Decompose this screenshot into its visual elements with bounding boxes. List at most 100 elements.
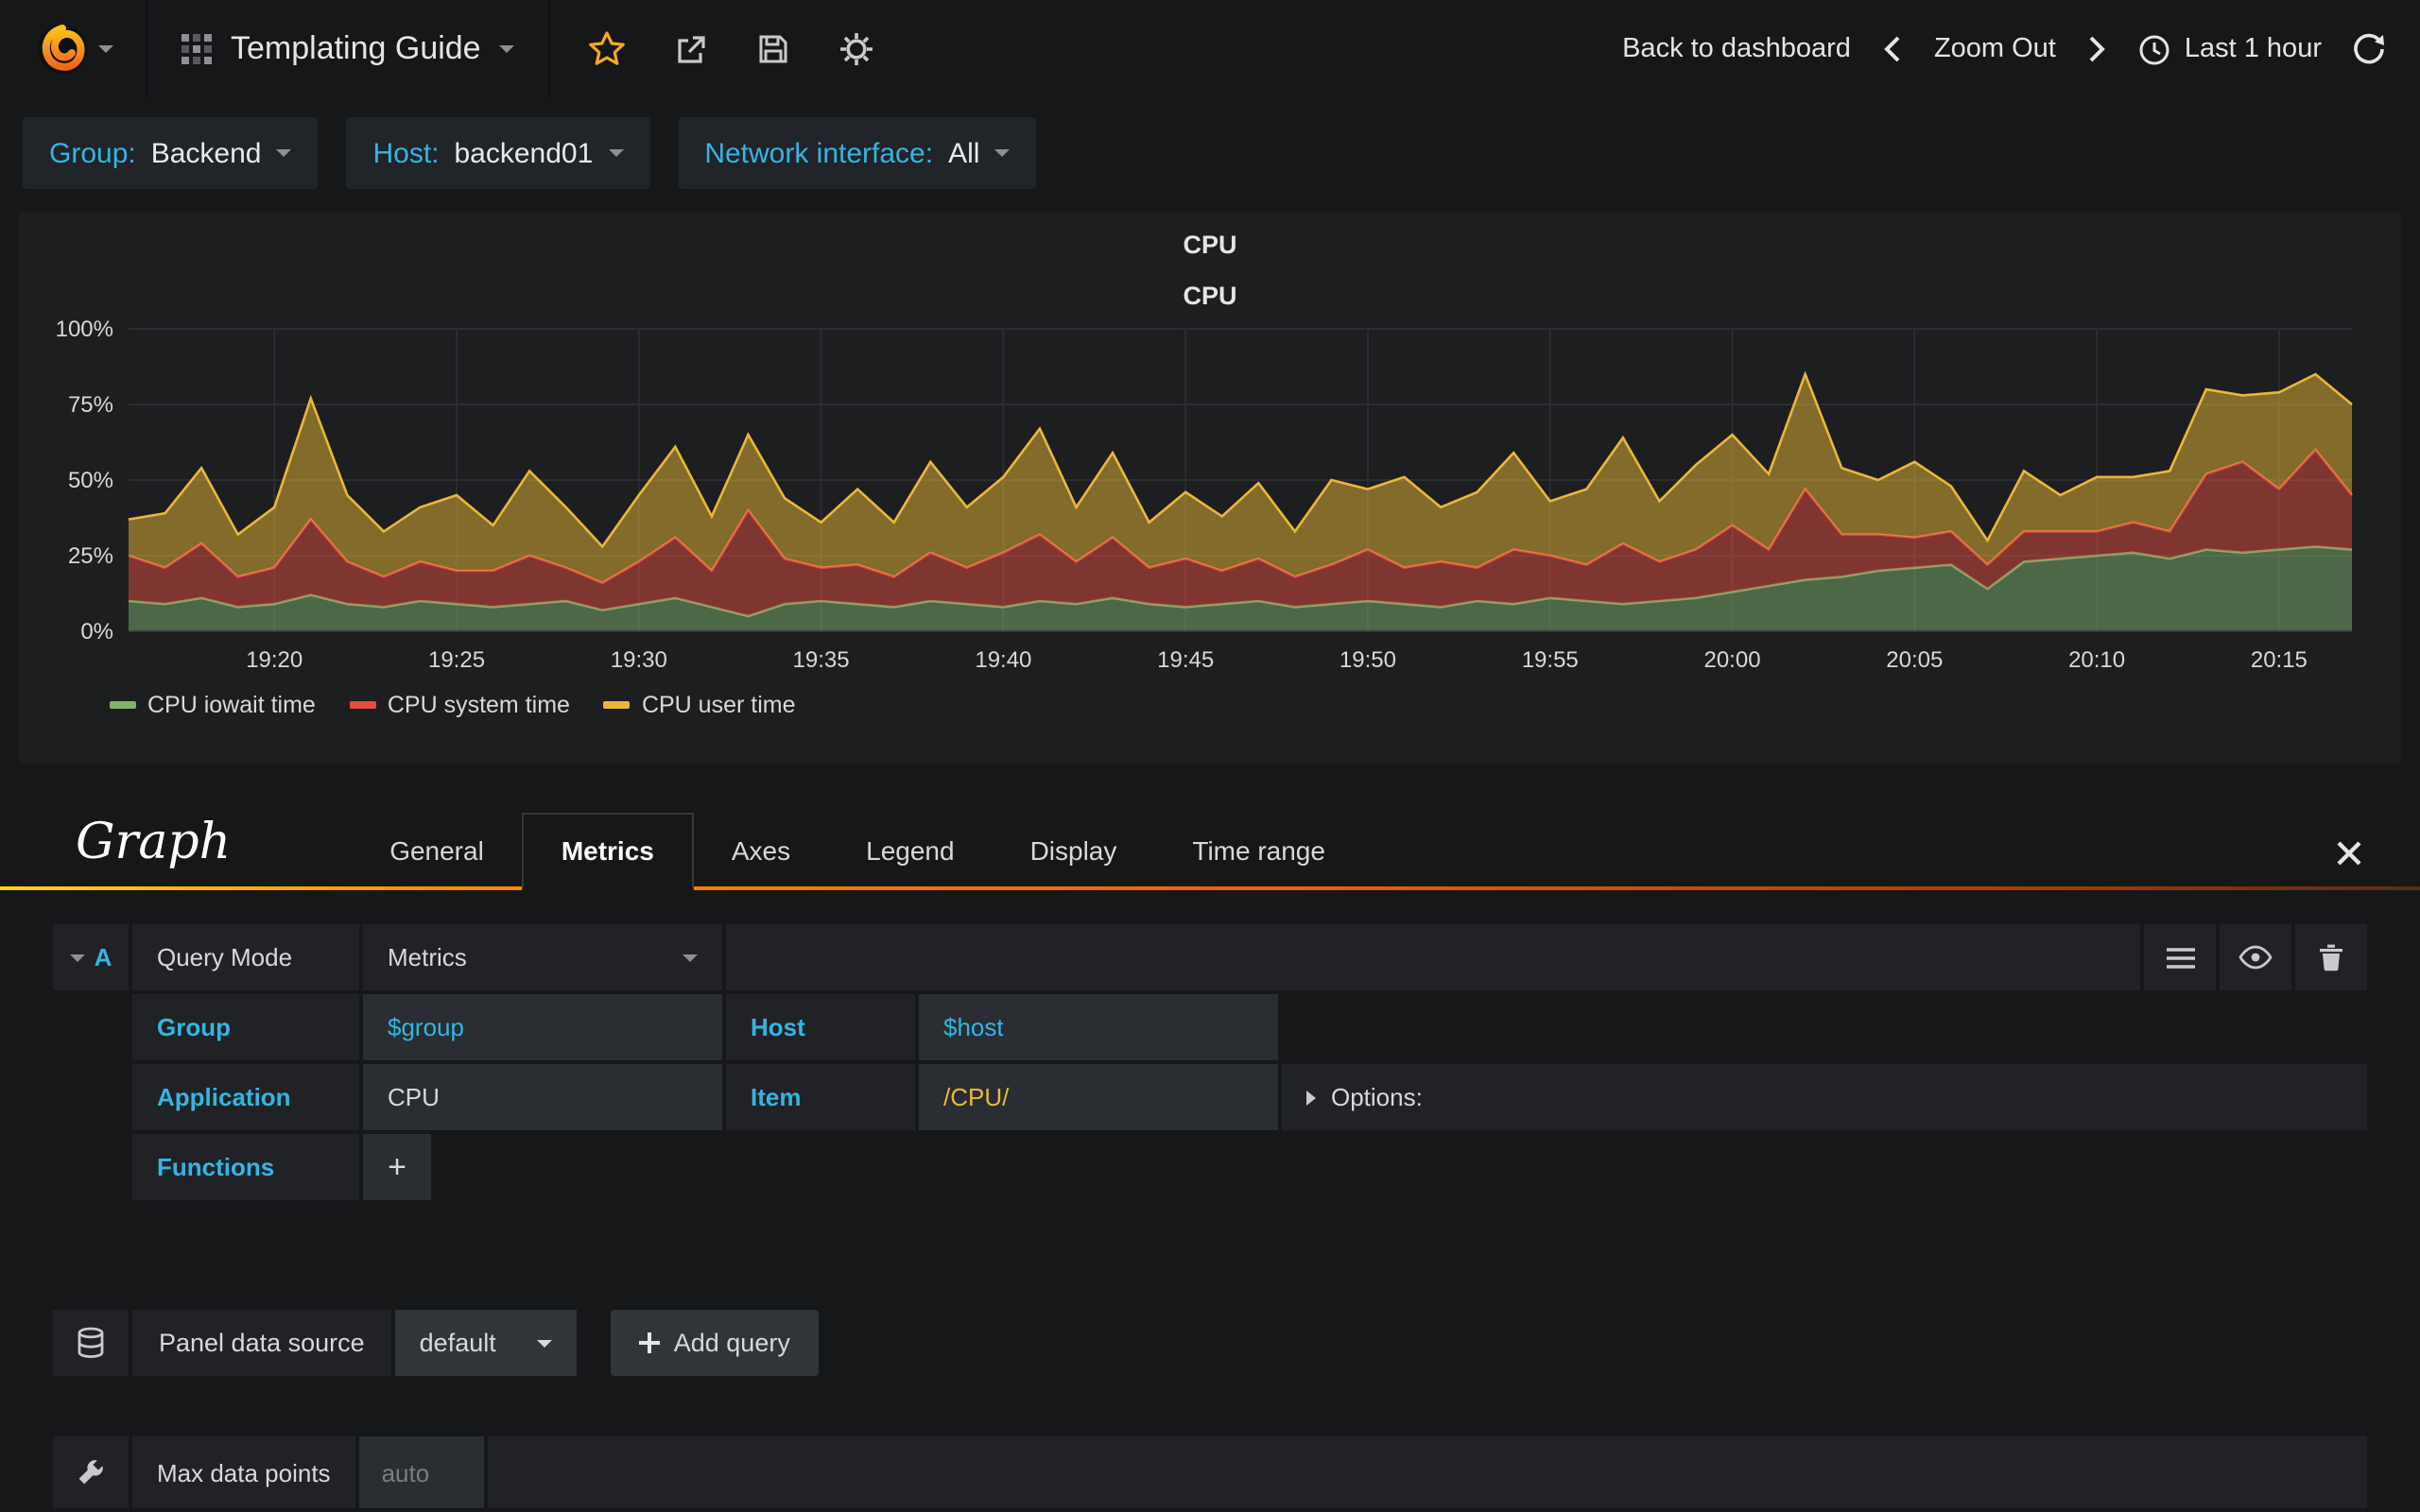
query-ref-toggle[interactable]: A: [53, 924, 129, 990]
settings-gear-icon[interactable]: [838, 30, 876, 68]
add-query-label: Add query: [673, 1329, 790, 1357]
dropdown-caret-icon: [537, 1339, 553, 1347]
editor-body: A Query Mode Metrics Group $group Host $…: [0, 890, 2420, 1508]
query-mode-dropdown[interactable]: Metrics: [363, 924, 722, 990]
query-ref-letter: A: [94, 943, 112, 971]
x-tick-label: 19:30: [611, 647, 667, 673]
navbar: Templating Guide Back to dashboard Zoom …: [0, 0, 2420, 98]
variable-value: All: [948, 137, 980, 169]
datasource-row: Panel data source default Add query: [53, 1310, 2367, 1376]
variable-netif-dropdown[interactable]: Network interface: All: [678, 117, 1037, 189]
host-input[interactable]: $host: [919, 994, 1278, 1060]
query-toggle-visibility-button[interactable]: [2220, 924, 2291, 990]
tab-axes[interactable]: Axes: [694, 815, 828, 886]
item-input[interactable]: /CPU/: [919, 1064, 1278, 1130]
tab-general[interactable]: General: [352, 815, 522, 886]
legend-swatch: [349, 701, 376, 709]
x-tick-label: 20:10: [2068, 647, 2125, 673]
group-value: $group: [388, 1013, 464, 1041]
grafana-menu-button[interactable]: [0, 0, 147, 98]
logo-caret-icon: [97, 45, 112, 53]
save-icon[interactable]: [755, 30, 793, 68]
legend-item[interactable]: CPU system time: [349, 692, 570, 718]
max-data-points-label: Max data points: [132, 1436, 355, 1508]
close-editor-button[interactable]: [2335, 839, 2375, 886]
editor-tabs: General Metrics Axes Legend Display Time…: [352, 813, 1363, 890]
plus-icon: +: [388, 1148, 406, 1184]
query-mode-value: Metrics: [388, 943, 467, 971]
hamburger-menu-icon: [2166, 947, 2194, 968]
query-row-application-item: Application CPU Item /CPU/ Options:: [132, 1064, 2367, 1130]
tab-time-range[interactable]: Time range: [1154, 815, 1363, 886]
chevron-right-icon: [2090, 36, 2106, 62]
add-function-button[interactable]: +: [363, 1134, 431, 1200]
cpu-chart-svg[interactable]: 0% 25% 50% 75% 100% 19:20 19:25 19:30 19:35 19:40…: [42, 314, 2378, 684]
template-variables-row: Group: Backend Host: backend01 Network i…: [0, 98, 2420, 204]
y-tick-label: 0%: [80, 619, 113, 644]
x-tick-label: 19:50: [1340, 647, 1396, 673]
query-delete-button[interactable]: [2295, 924, 2367, 990]
plus-icon: [639, 1332, 661, 1353]
host-value: $host: [943, 1013, 1004, 1041]
cpu-graph-panel: CPU CPU 0% 25% 50% 75% 100% 19:20 19:25 19:30 19…: [19, 212, 2401, 764]
options-toggle[interactable]: Options:: [1282, 1064, 2367, 1130]
query-menu-button[interactable]: [2144, 924, 2216, 990]
legend-swatch: [110, 701, 136, 709]
time-back-chevron[interactable]: [1881, 34, 1904, 64]
clock-icon: [2140, 34, 2170, 64]
panel-type-label: Graph: [76, 815, 232, 871]
y-tick-label: 50%: [68, 468, 113, 493]
legend-item[interactable]: CPU iowait time: [110, 692, 316, 718]
chart-title: CPU: [1183, 282, 1237, 310]
database-icon: [78, 1327, 104, 1359]
datasource-icon-cell: [53, 1310, 129, 1376]
datasource-dropdown[interactable]: default: [394, 1310, 578, 1376]
tab-legend[interactable]: Legend: [828, 815, 992, 886]
max-data-points-placeholder: auto: [381, 1458, 430, 1486]
chevron-down-icon: [994, 149, 1011, 157]
variable-value: Backend: [150, 137, 262, 169]
variable-group-dropdown[interactable]: Group: Backend: [23, 117, 319, 189]
item-label: Item: [726, 1064, 915, 1130]
zoom-out-button[interactable]: Zoom Out: [1934, 34, 2056, 64]
legend-item[interactable]: CPU user time: [603, 692, 796, 718]
group-input[interactable]: $group: [363, 994, 722, 1060]
editor-header: Graph General Metrics Axes Legend Displa…: [0, 813, 2420, 890]
mdp-icon-cell: [53, 1436, 129, 1508]
options-caret-icon: [1306, 1090, 1316, 1105]
tab-display[interactable]: Display: [993, 815, 1155, 886]
mdp-row-filler: [487, 1436, 2367, 1508]
variable-value: backend01: [454, 137, 594, 169]
back-to-dashboard-button[interactable]: Back to dashboard: [1622, 34, 1851, 64]
dashboard-title-button[interactable]: Templating Guide: [147, 0, 551, 98]
time-range-label: Last 1 hour: [2184, 34, 2322, 64]
item-value: /CPU/: [943, 1083, 1010, 1111]
variable-host-dropdown[interactable]: Host: backend01: [346, 117, 650, 189]
eye-icon: [2238, 945, 2273, 970]
chevron-left-icon: [1884, 36, 1900, 62]
tab-metrics[interactable]: Metrics: [521, 813, 694, 890]
variable-label: Host:: [372, 137, 440, 169]
refresh-button[interactable]: [2352, 32, 2386, 66]
x-tick-label: 19:35: [793, 647, 850, 673]
time-picker-button[interactable]: Last 1 hour: [2139, 33, 2322, 65]
y-tick-label: 75%: [68, 392, 113, 418]
query-row-group-host: Group $group Host $host: [132, 994, 2367, 1060]
dropdown-caret-icon: [683, 954, 698, 961]
time-forward-chevron[interactable]: [2086, 34, 2109, 64]
chart-legend: CPU iowait time CPU system time CPU user t…: [42, 684, 2378, 718]
collapse-caret-icon: [69, 954, 85, 961]
panel-title[interactable]: CPU: [42, 219, 2378, 266]
add-query-button[interactable]: Add query: [611, 1310, 819, 1376]
query-mode-label: Query Mode: [132, 924, 359, 990]
query-row-a: A Query Mode Metrics: [53, 924, 2367, 990]
share-icon[interactable]: [672, 30, 710, 68]
application-input[interactable]: CPU: [363, 1064, 722, 1130]
x-tick-label: 19:55: [1522, 647, 1579, 673]
options-label: Options:: [1331, 1083, 1423, 1111]
legend-label: CPU system time: [387, 692, 570, 718]
max-data-points-input[interactable]: auto: [358, 1436, 484, 1508]
navbar-right: Back to dashboard Zoom Out Last 1 hour: [1622, 32, 2420, 66]
star-icon[interactable]: [589, 30, 627, 68]
legend-label: CPU iowait time: [147, 692, 316, 718]
